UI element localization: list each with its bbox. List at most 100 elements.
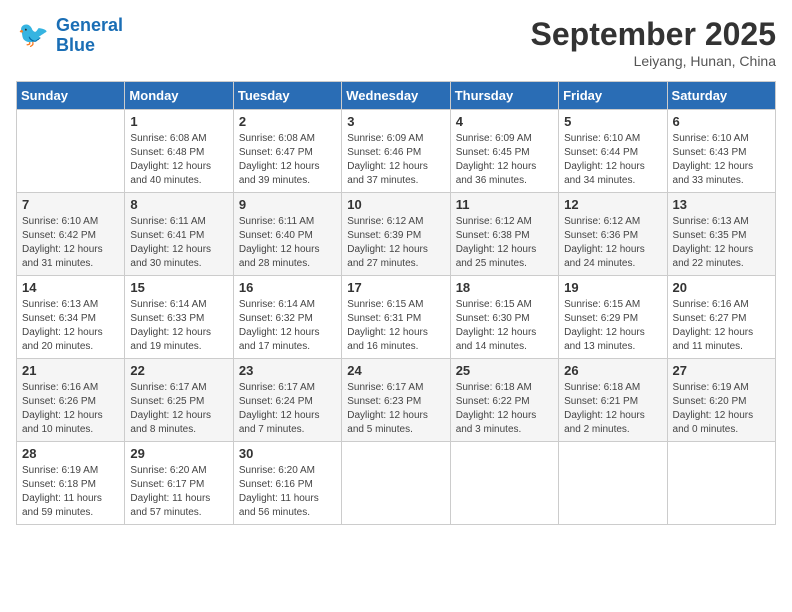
day-info: Sunrise: 6:12 AM Sunset: 6:38 PM Dayligh… xyxy=(456,215,553,271)
calendar-cell xyxy=(17,110,125,193)
day-number: 19 xyxy=(564,280,661,295)
calendar-cell: 6 Sunrise: 6:10 AM Sunset: 6:43 PM Daylig… xyxy=(667,110,775,193)
day-number: 24 xyxy=(347,363,444,378)
day-number: 6 xyxy=(673,114,770,129)
day-number: 13 xyxy=(673,197,770,212)
day-info: Sunrise: 6:15 AM Sunset: 6:31 PM Dayligh… xyxy=(347,298,444,354)
calendar-cell: 24 Sunrise: 6:17 AM Sunset: 6:23 PM Dayli… xyxy=(342,359,450,442)
calendar-cell: 19Sunrise: 6:15 AM Sunset: 6:29 PM Dayli… xyxy=(559,276,667,359)
day-number: 20 xyxy=(673,280,770,295)
day-number: 23 xyxy=(239,363,336,378)
column-header-monday: Monday xyxy=(125,82,233,110)
title-block: September 2025 Leiyang, Hunan, China xyxy=(531,16,776,69)
day-number: 9 xyxy=(239,197,336,212)
calendar-cell: 15 Sunrise: 6:14 AM Sunset: 6:33 PM Dayli… xyxy=(125,276,233,359)
calendar-cell: 8 Sunrise: 6:11 AM Sunset: 6:41 PM Daylig… xyxy=(125,193,233,276)
calendar-cell: 7 Sunrise: 6:10 AM Sunset: 6:42 PM Daylig… xyxy=(17,193,125,276)
day-info: Sunrise: 6:10 AM Sunset: 6:43 PM Dayligh… xyxy=(673,132,770,188)
day-info: Sunrise: 6:10 AM Sunset: 6:42 PM Dayligh… xyxy=(22,215,119,271)
calendar-cell: 23 Sunrise: 6:17 AM Sunset: 6:24 PM Dayli… xyxy=(233,359,341,442)
calendar-cell: 20 Sunrise: 6:16 AM Sunset: 6:27 PM Dayli… xyxy=(667,276,775,359)
day-info: Sunrise: 6:17 AM Sunset: 6:24 PM Dayligh… xyxy=(239,381,336,437)
day-info: Sunrise: 6:11 AM Sunset: 6:41 PM Dayligh… xyxy=(130,215,227,271)
logo: 🐦 General Blue xyxy=(16,16,123,56)
day-info: Sunrise: 6:08 AM Sunset: 6:48 PM Dayligh… xyxy=(130,132,227,188)
day-number: 25 xyxy=(456,363,553,378)
day-number: 14 xyxy=(22,280,119,295)
calendar-cell: 4 Sunrise: 6:09 AM Sunset: 6:45 PM Daylig… xyxy=(450,110,558,193)
day-number: 27 xyxy=(673,363,770,378)
day-info: Sunrise: 6:13 AM Sunset: 6:34 PM Dayligh… xyxy=(22,298,119,354)
day-number: 3 xyxy=(347,114,444,129)
day-number: 2 xyxy=(239,114,336,129)
calendar-cell: 27 Sunrise: 6:19 AM Sunset: 6:20 PM Dayli… xyxy=(667,359,775,442)
day-info: Sunrise: 6:17 AM Sunset: 6:23 PM Dayligh… xyxy=(347,381,444,437)
calendar-cell xyxy=(342,442,450,525)
logo-text: General Blue xyxy=(56,16,123,56)
column-header-thursday: Thursday xyxy=(450,82,558,110)
calendar-cell xyxy=(667,442,775,525)
calendar-cell: 30 Sunrise: 6:20 AM Sunset: 6:16 PM Dayli… xyxy=(233,442,341,525)
logo-line1: General xyxy=(56,15,123,35)
day-number: 1 xyxy=(130,114,227,129)
calendar-cell: 14 Sunrise: 6:13 AM Sunset: 6:34 PM Dayli… xyxy=(17,276,125,359)
location: Leiyang, Hunan, China xyxy=(531,53,776,69)
calendar-cell: 2Sunrise: 6:08 AM Sunset: 6:47 PM Daylig… xyxy=(233,110,341,193)
day-number: 8 xyxy=(130,197,227,212)
day-number: 7 xyxy=(22,197,119,212)
calendar-cell: 22Sunrise: 6:17 AM Sunset: 6:25 PM Dayli… xyxy=(125,359,233,442)
logo-line2: Blue xyxy=(56,35,95,55)
column-header-wednesday: Wednesday xyxy=(342,82,450,110)
calendar-header-row: SundayMondayTuesdayWednesdayThursdayFrid… xyxy=(17,82,776,110)
day-info: Sunrise: 6:20 AM Sunset: 6:16 PM Dayligh… xyxy=(239,464,336,520)
day-number: 15 xyxy=(130,280,227,295)
calendar-cell: 3Sunrise: 6:09 AM Sunset: 6:46 PM Daylig… xyxy=(342,110,450,193)
calendar-cell: 28Sunrise: 6:19 AM Sunset: 6:18 PM Dayli… xyxy=(17,442,125,525)
column-header-friday: Friday xyxy=(559,82,667,110)
logo-icon: 🐦 xyxy=(16,18,52,54)
day-info: Sunrise: 6:19 AM Sunset: 6:20 PM Dayligh… xyxy=(673,381,770,437)
column-header-tuesday: Tuesday xyxy=(233,82,341,110)
day-info: Sunrise: 6:13 AM Sunset: 6:35 PM Dayligh… xyxy=(673,215,770,271)
day-info: Sunrise: 6:17 AM Sunset: 6:25 PM Dayligh… xyxy=(130,381,227,437)
calendar-cell: 11Sunrise: 6:12 AM Sunset: 6:38 PM Dayli… xyxy=(450,193,558,276)
calendar-cell: 29 Sunrise: 6:20 AM Sunset: 6:17 PM Dayli… xyxy=(125,442,233,525)
calendar-cell: 21Sunrise: 6:16 AM Sunset: 6:26 PM Dayli… xyxy=(17,359,125,442)
month-title: September 2025 xyxy=(531,16,776,53)
column-header-sunday: Sunday xyxy=(17,82,125,110)
calendar-week-5: 28Sunrise: 6:19 AM Sunset: 6:18 PM Dayli… xyxy=(17,442,776,525)
day-number: 4 xyxy=(456,114,553,129)
calendar-cell: 5Sunrise: 6:10 AM Sunset: 6:44 PM Daylig… xyxy=(559,110,667,193)
day-info: Sunrise: 6:14 AM Sunset: 6:32 PM Dayligh… xyxy=(239,298,336,354)
calendar-cell: 26 Sunrise: 6:18 AM Sunset: 6:21 PM Dayli… xyxy=(559,359,667,442)
day-number: 10 xyxy=(347,197,444,212)
page-header: 🐦 General Blue September 2025 Leiyang, H… xyxy=(16,16,776,69)
calendar-week-2: 7 Sunrise: 6:10 AM Sunset: 6:42 PM Daylig… xyxy=(17,193,776,276)
day-number: 12 xyxy=(564,197,661,212)
day-info: Sunrise: 6:19 AM Sunset: 6:18 PM Dayligh… xyxy=(22,464,119,520)
calendar-cell: 12 Sunrise: 6:12 AM Sunset: 6:36 PM Dayli… xyxy=(559,193,667,276)
svg-text:🐦: 🐦 xyxy=(18,21,49,49)
calendar-cell: 13 Sunrise: 6:13 AM Sunset: 6:35 PM Dayli… xyxy=(667,193,775,276)
day-info: Sunrise: 6:16 AM Sunset: 6:27 PM Dayligh… xyxy=(673,298,770,354)
day-info: Sunrise: 6:18 AM Sunset: 6:22 PM Dayligh… xyxy=(456,381,553,437)
day-info: Sunrise: 6:20 AM Sunset: 6:17 PM Dayligh… xyxy=(130,464,227,520)
day-info: Sunrise: 6:18 AM Sunset: 6:21 PM Dayligh… xyxy=(564,381,661,437)
calendar-cell: 1 Sunrise: 6:08 AM Sunset: 6:48 PM Daylig… xyxy=(125,110,233,193)
day-number: 29 xyxy=(130,446,227,461)
calendar-cell: 16 Sunrise: 6:14 AM Sunset: 6:32 PM Dayli… xyxy=(233,276,341,359)
day-info: Sunrise: 6:16 AM Sunset: 6:26 PM Dayligh… xyxy=(22,381,119,437)
day-number: 16 xyxy=(239,280,336,295)
day-info: Sunrise: 6:12 AM Sunset: 6:36 PM Dayligh… xyxy=(564,215,661,271)
calendar-cell: 17Sunrise: 6:15 AM Sunset: 6:31 PM Dayli… xyxy=(342,276,450,359)
calendar-cell xyxy=(559,442,667,525)
day-number: 30 xyxy=(239,446,336,461)
calendar-cell: 10 Sunrise: 6:12 AM Sunset: 6:39 PM Dayli… xyxy=(342,193,450,276)
calendar-week-4: 21Sunrise: 6:16 AM Sunset: 6:26 PM Dayli… xyxy=(17,359,776,442)
day-info: Sunrise: 6:14 AM Sunset: 6:33 PM Dayligh… xyxy=(130,298,227,354)
calendar-cell: 18Sunrise: 6:15 AM Sunset: 6:30 PM Dayli… xyxy=(450,276,558,359)
day-info: Sunrise: 6:12 AM Sunset: 6:39 PM Dayligh… xyxy=(347,215,444,271)
day-number: 26 xyxy=(564,363,661,378)
day-info: Sunrise: 6:09 AM Sunset: 6:45 PM Dayligh… xyxy=(456,132,553,188)
column-header-saturday: Saturday xyxy=(667,82,775,110)
